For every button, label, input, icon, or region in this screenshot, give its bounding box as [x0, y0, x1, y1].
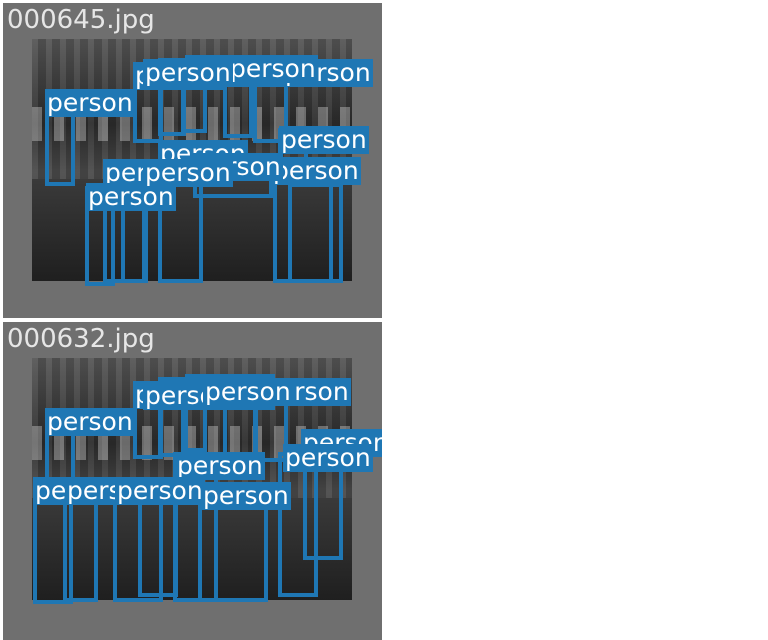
person-label: person [86, 182, 176, 211]
person-label: person [45, 407, 135, 436]
person-bounding-box [288, 183, 343, 283]
person-label: person [115, 476, 205, 505]
image-panel-000645: 000645.jpg person person person person perso… [3, 3, 382, 318]
person-label: person [201, 481, 291, 510]
image-panel-000632: 000632.jpg person person person person perso… [3, 322, 382, 640]
person-label: person [271, 156, 361, 185]
person-label: person [45, 88, 135, 117]
person-label: person [283, 443, 373, 472]
person-label: person [143, 158, 233, 187]
person-label: person [143, 58, 233, 87]
person-label: person [279, 125, 369, 154]
detection-overlay: person person person person person person pers… [3, 3, 382, 318]
person-bounding-box [278, 452, 318, 597]
person-label: person [228, 54, 318, 83]
detection-overlay: person person person person person person pers… [3, 322, 382, 640]
person-label: person [203, 377, 293, 406]
